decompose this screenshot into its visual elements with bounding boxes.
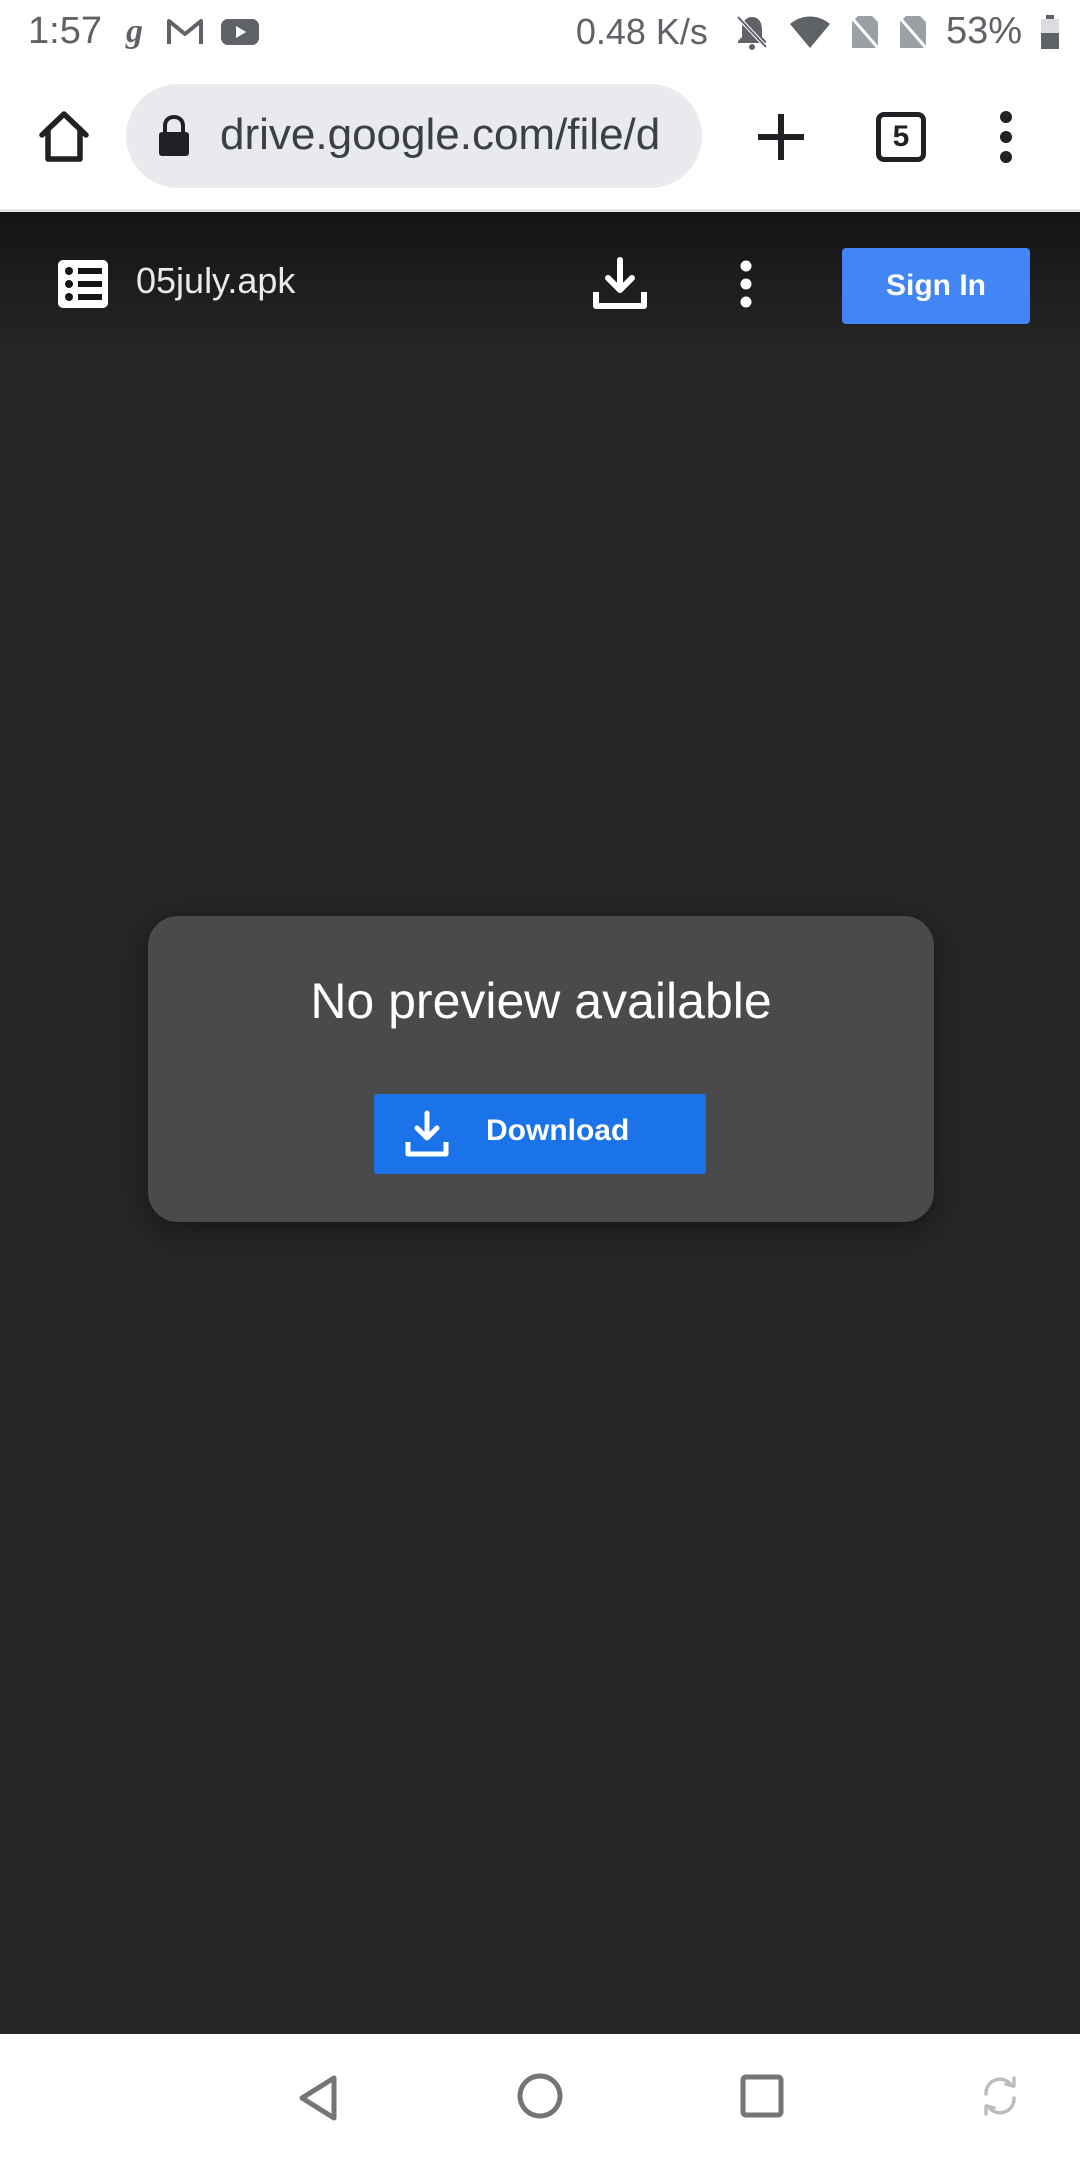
sign-in-button[interactable]: Sign In (842, 248, 1030, 324)
rotate-icon[interactable] (978, 2072, 1022, 2120)
url-text: drive.google.com/file/d (220, 110, 661, 159)
home-nav-icon[interactable] (516, 2072, 564, 2120)
new-tab-button[interactable] (748, 104, 814, 170)
browser-toolbar: drive.google.com/file/d 5 (0, 66, 1080, 212)
youtube-icon (221, 19, 259, 45)
tab-switcher-button[interactable]: 5 (876, 112, 926, 162)
tab-count: 5 (892, 120, 910, 153)
svg-text:g: g (125, 14, 143, 50)
header-download-button[interactable] (590, 256, 650, 312)
no-sim-icon (898, 15, 928, 49)
status-right: 0.48 K/s 53% (576, 10, 1060, 53)
navigation-bar (0, 2034, 1080, 2160)
status-time: 1:57 (28, 10, 102, 52)
no-sim-icon (850, 15, 880, 49)
bell-off-icon (736, 15, 768, 50)
network-speed: 0.48 K/s (575, 10, 708, 52)
drive-viewer: 05july.apk Sign In No preview available … (0, 212, 1080, 2034)
no-preview-card: No preview available Download (148, 916, 934, 1222)
status-bar: 1:57 g 0.48 K/s 53% (0, 0, 1080, 66)
browser-menu-button[interactable] (984, 104, 1028, 170)
g-app-icon: g (125, 14, 143, 50)
recents-icon[interactable] (738, 2072, 786, 2120)
more-options-button[interactable] (728, 256, 764, 312)
download-button[interactable]: Download (374, 1094, 706, 1174)
notification-icons: g (124, 14, 260, 50)
no-preview-message: No preview available (310, 973, 772, 1029)
file-name: 05july.apk (136, 260, 296, 301)
viewer-header: 05july.apk Sign In (0, 212, 1080, 352)
wifi-icon (789, 16, 830, 48)
lock-icon (159, 114, 189, 156)
file-list-icon (58, 260, 108, 308)
download-button-label: Download (486, 1114, 630, 1147)
home-button[interactable] (30, 102, 98, 170)
back-icon[interactable] (296, 2074, 340, 2122)
gmail-icon (167, 19, 203, 44)
url-bar[interactable]: drive.google.com/file/d (126, 84, 702, 188)
home-icon (39, 111, 89, 162)
battery-icon (1041, 14, 1059, 49)
battery-percent: 53% (945, 10, 1022, 52)
download-icon (405, 1110, 449, 1157)
